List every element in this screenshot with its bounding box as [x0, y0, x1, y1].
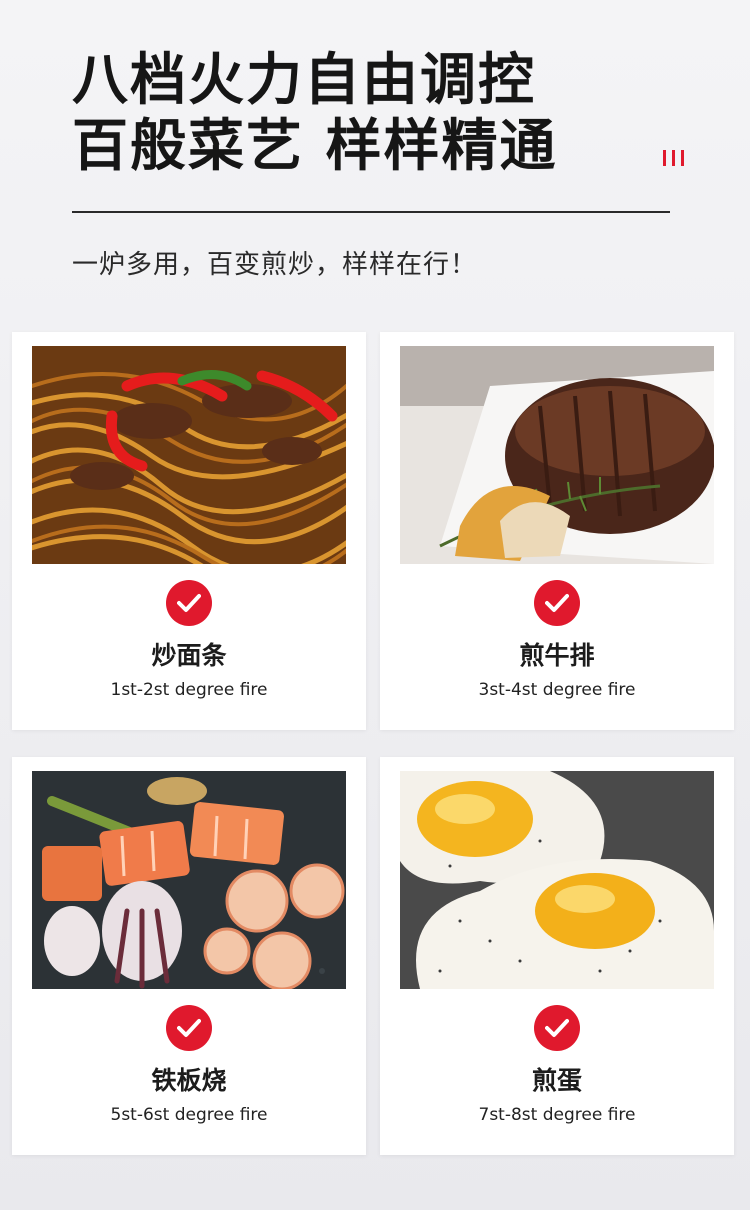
- dish-name: 铁板烧: [151, 1066, 227, 1095]
- fire-level: 7st-8st degree fire: [478, 1105, 636, 1125]
- divider-line: [72, 211, 670, 213]
- fried-eggs-photo: [400, 771, 714, 989]
- page-headline: 八档火力自由调控 百般菜艺 样样精通: [72, 48, 558, 180]
- checkmark-icon: [166, 1005, 212, 1051]
- dish-name: 煎蛋: [531, 1066, 582, 1095]
- fire-level: 1st-2st degree fire: [110, 680, 268, 700]
- dish-name: 煎牛排: [519, 641, 595, 670]
- dish-name: 炒面条: [151, 641, 227, 670]
- dish-card-fried-eggs: 煎蛋 7st-8st degree fire: [380, 757, 734, 1155]
- subtitle: 一炉多用，百变煎炒，样样在行！: [72, 250, 478, 280]
- decorative-red-bars: [663, 150, 684, 166]
- checkmark-icon: [534, 580, 580, 626]
- dish-card-steak: 煎牛排 3st-4st degree fire: [380, 332, 734, 730]
- teppanyaki-seafood-photo: [32, 771, 346, 989]
- checkmark-icon: [534, 1005, 580, 1051]
- dish-card-noodles: 炒面条 1st-2st degree fire: [12, 332, 366, 730]
- dish-card-teppanyaki: 铁板烧 5st-6st degree fire: [12, 757, 366, 1155]
- headline-line-1: 八档火力自由调控: [72, 48, 536, 113]
- steak-photo: [400, 346, 714, 564]
- fire-level: 5st-6st degree fire: [110, 1105, 268, 1125]
- checkmark-icon: [166, 580, 212, 626]
- stir-fried-noodles-photo: [32, 346, 346, 564]
- fire-level: 3st-4st degree fire: [478, 680, 636, 700]
- headline-line-2: 百般菜艺 样样精通: [72, 114, 558, 179]
